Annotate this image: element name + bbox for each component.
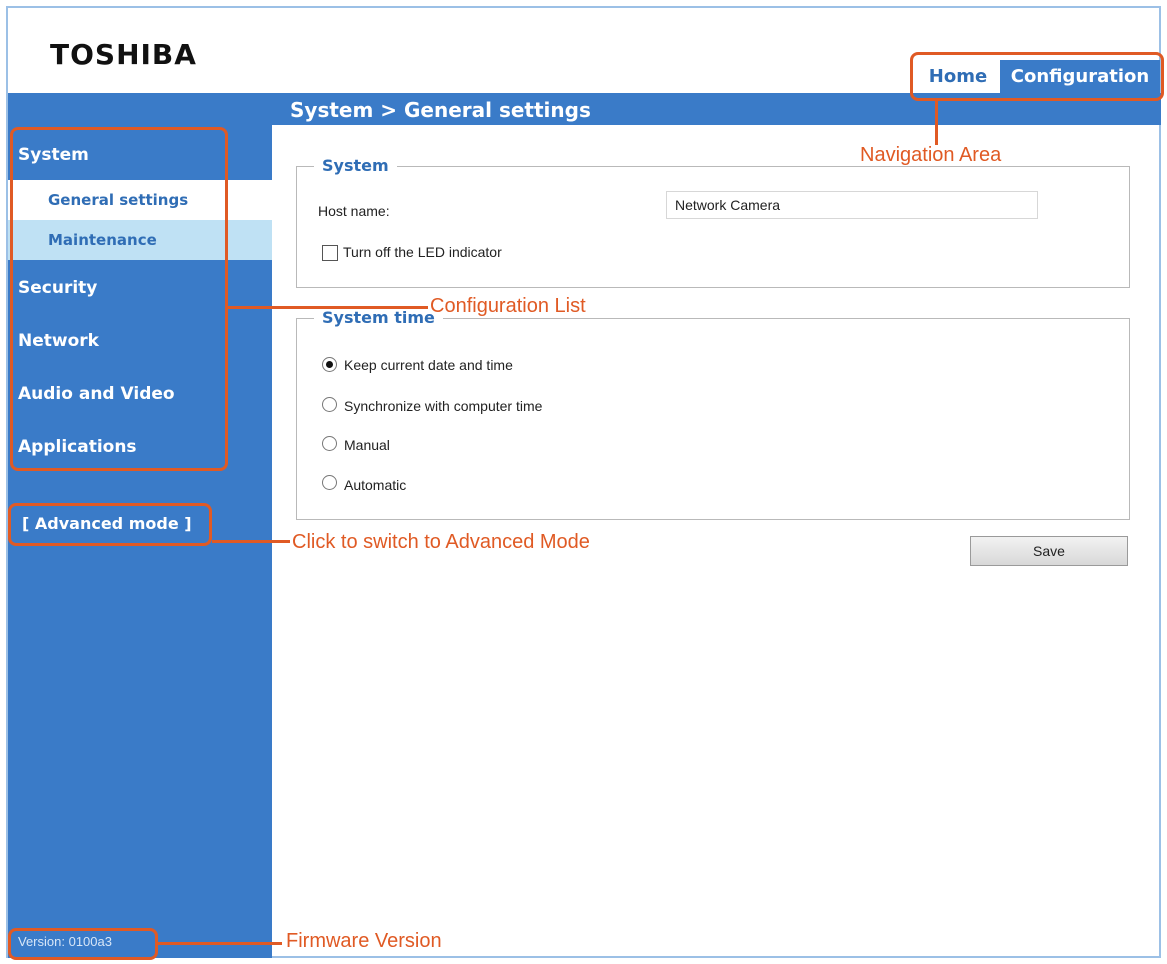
annotation-navigation-area: Navigation Area [860,144,1002,166]
annotation-box-firmware-version [8,928,158,960]
system-time-legend: System time [314,308,443,327]
annotation-line-advanced-mode [212,540,290,543]
system-time-fieldset [296,318,1130,520]
radio-automatic[interactable] [322,475,337,490]
radio-automatic-label: Automatic [344,477,407,493]
radio-manual-label: Manual [344,437,390,453]
system-legend: System [314,156,397,175]
radio-sync-computer[interactable] [322,397,337,412]
annotation-firmware-version: Firmware Version [286,930,442,952]
radio-keep-current[interactable] [322,357,337,372]
annotation-box-configuration-list [10,127,228,471]
annotation-line-navigation [935,101,938,145]
radio-keep-current-label: Keep current date and time [344,357,513,373]
led-label: Turn off the LED indicator [343,244,502,260]
system-fieldset [296,166,1130,288]
annotation-line-configuration-list [228,306,428,309]
save-button[interactable]: Save [970,536,1128,566]
annotation-advanced-mode: Click to switch to Advanced Mode [292,531,590,553]
annotation-line-firmware-version [158,942,282,945]
toshiba-logo: TOSHIBA [50,38,197,71]
radio-sync-computer-label: Synchronize with computer time [344,398,543,414]
host-name-input[interactable] [666,191,1038,219]
breadcrumb: System > General settings [290,98,591,122]
annotation-box-advanced-mode [8,503,212,546]
annotation-configuration-list: Configuration List [430,295,586,317]
host-name-label: Host name: [318,203,390,219]
annotation-box-navigation [910,52,1164,101]
radio-manual[interactable] [322,436,337,451]
led-checkbox[interactable] [322,245,338,261]
